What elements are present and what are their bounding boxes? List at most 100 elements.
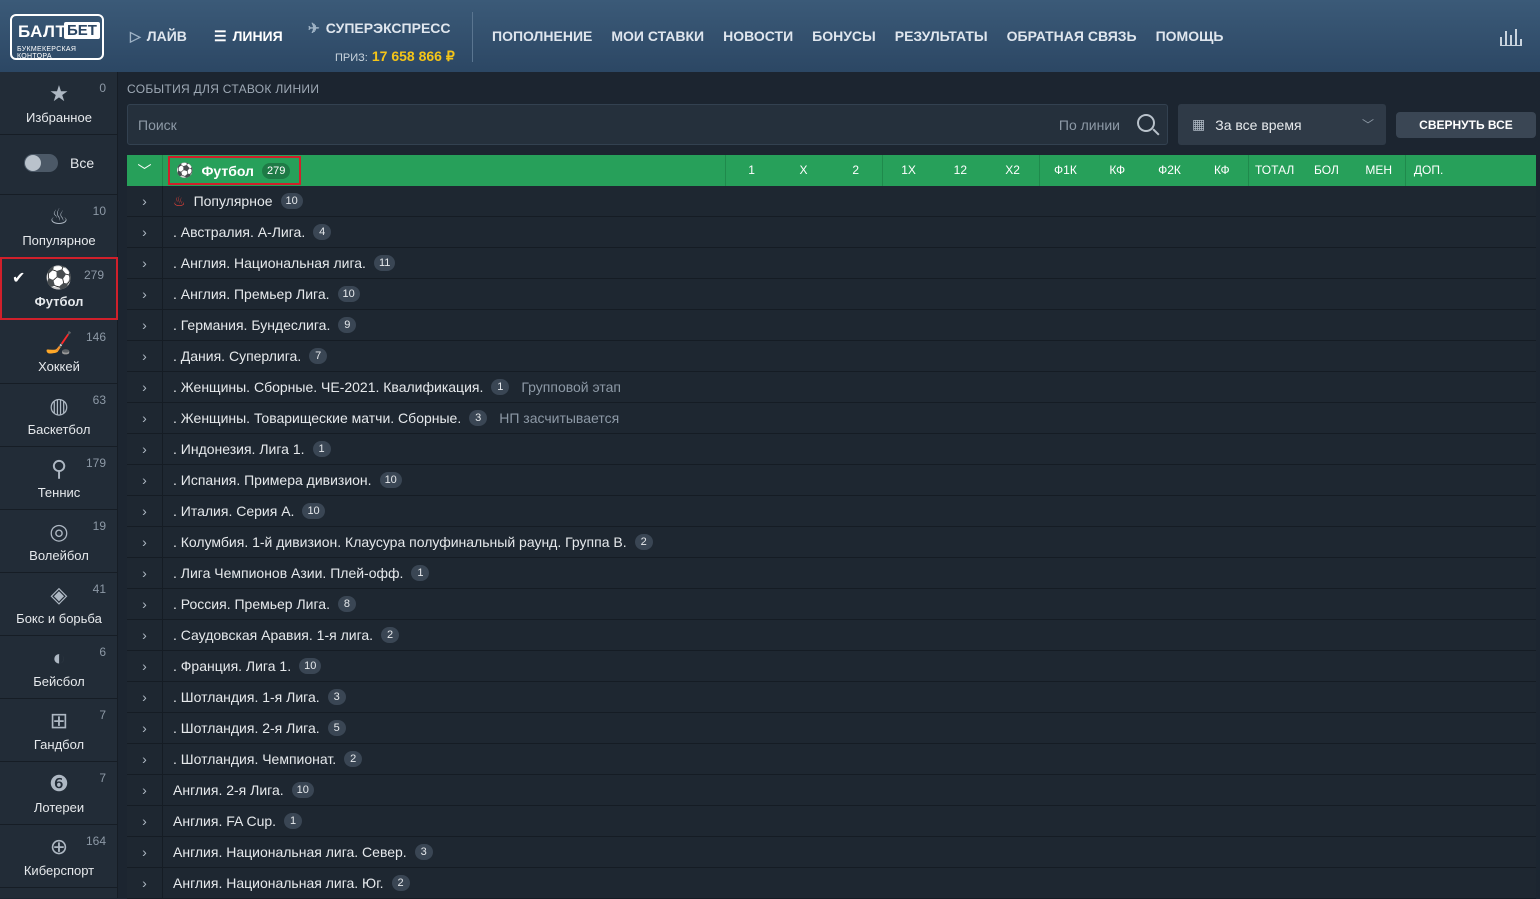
sidebar-item-boxing[interactable]: 41 ◈ Бокс и борьба <box>0 573 118 636</box>
league-row[interactable]: › Англия. Национальная лига. Север. 3 <box>127 837 1536 868</box>
menu-bonuses[interactable]: БОНУСЫ <box>812 28 876 44</box>
menu-help[interactable]: ПОМОЩЬ <box>1156 28 1224 44</box>
show-all-toggle[interactable] <box>24 154 58 172</box>
sidebar-count: 7 <box>99 771 106 785</box>
league-name-cell: . Германия. Бундеслига. 9 <box>163 317 357 333</box>
superexpress-prize: ПРИЗ: 17 658 866 ₽ <box>335 48 455 65</box>
league-row[interactable]: › . Италия. Серия А. 10 <box>127 496 1536 527</box>
sidebar-item-football[interactable]: ✔ 279 ⚽ Футбол <box>0 257 118 320</box>
league-row[interactable]: › . Женщины. Сборные. ЧЕ-2021. Квалификац… <box>127 372 1536 403</box>
league-count: 1 <box>411 565 430 581</box>
chevron-right-icon[interactable]: › <box>127 837 163 867</box>
sport-header-football[interactable]: ⚽ Футбол 279 <box>168 156 301 185</box>
sidebar-count: 146 <box>85 330 106 344</box>
league-row[interactable]: › . Колумбия. 1-й дивизион. Клаусура полу… <box>127 527 1536 558</box>
chevron-right-icon[interactable]: › <box>127 558 163 588</box>
search-mode[interactable]: По линии <box>1059 117 1120 133</box>
chevron-right-icon[interactable]: › <box>127 310 163 340</box>
chevron-right-icon[interactable]: › <box>127 682 163 712</box>
sidebar-item-handball[interactable]: 7 ⊞ Гандбол <box>0 699 118 762</box>
league-count: 9 <box>338 317 357 333</box>
league-row[interactable]: › . Австралия. А-Лига. 4 <box>127 217 1536 248</box>
chevron-right-icon[interactable]: › <box>127 775 163 805</box>
sidebar-count: 10 <box>92 204 106 218</box>
search-icon[interactable] <box>1137 114 1155 132</box>
chevron-right-icon[interactable]: › <box>127 465 163 495</box>
chevron-right-icon[interactable]: › <box>127 620 163 650</box>
league-name: . Англия. Национальная лига. <box>173 255 366 271</box>
chevron-right-icon[interactable]: › <box>127 217 163 247</box>
chevron-right-icon[interactable]: › <box>127 496 163 526</box>
league-name: Англия. 2-я Лига. <box>173 782 284 798</box>
chevron-right-icon[interactable]: › <box>127 341 163 371</box>
menu-deposit[interactable]: ПОПОЛНЕНИЕ <box>492 28 592 44</box>
menu-my-bets[interactable]: МОИ СТАВКИ <box>611 28 704 44</box>
chevron-right-icon[interactable]: › <box>127 279 163 309</box>
sidebar-count: 164 <box>85 834 106 848</box>
statistics-chart-icon[interactable] <box>1500 28 1522 46</box>
league-row[interactable]: › . Дания. Суперлига. 7 <box>127 341 1536 372</box>
league-row[interactable]: › Англия. FA Cup. 1 <box>127 806 1536 837</box>
sidebar-item-esports[interactable]: 164 ⊕ Киберспорт <box>0 825 118 888</box>
period-value: За все время <box>1215 116 1302 133</box>
league-count: 5 <box>327 720 346 736</box>
sidebar-item-basketball[interactable]: 63 ◍ Баскетбол <box>0 384 118 447</box>
league-row[interactable]: › ♨ Популярное 10 <box>127 186 1536 217</box>
chevron-right-icon[interactable]: › <box>127 186 163 216</box>
league-row[interactable]: › . Шотландия. 1-я Лига. 3 <box>127 682 1536 713</box>
chevron-right-icon[interactable]: › <box>127 527 163 557</box>
sidebar-item-baseball[interactable]: 6 ◐ Бейсбол <box>0 636 118 699</box>
sidebar-item-popular[interactable]: 10 ♨ Популярное <box>0 195 118 258</box>
league-row[interactable]: › . Шотландия. 2-я Лига. 5 <box>127 713 1536 744</box>
list-icon: ☰ <box>214 27 227 44</box>
chevron-right-icon[interactable]: › <box>127 372 163 402</box>
period-select[interactable]: ▦ За все время ﹀ <box>1178 104 1386 145</box>
menu-feedback[interactable]: ОБРАТНАЯ СВЯЗЬ <box>1007 28 1137 44</box>
league-row[interactable]: › Англия. Национальная лига. Юг. 2 <box>127 868 1536 899</box>
chevron-right-icon[interactable]: › <box>127 806 163 836</box>
league-row[interactable]: › . Англия. Премьер Лига. 10 <box>127 279 1536 310</box>
league-row[interactable]: › . Франция. Лига 1. 10 <box>127 651 1536 682</box>
volleyball-icon: ◎ <box>49 519 69 544</box>
sport-header-row[interactable]: ﹀ ⚽ Футбол 279 1 X 2 1X 12 X2 Ф1К КФ Ф2К… <box>127 155 1536 186</box>
league-row[interactable]: › . Саудовская Аравия. 1-я лига. 2 <box>127 620 1536 651</box>
collapse-all-button[interactable]: СВЕРНУТЬ ВСЕ <box>1396 112 1536 138</box>
sidebar-count: 63 <box>92 393 106 407</box>
chevron-right-icon[interactable]: › <box>127 651 163 681</box>
league-count: 4 <box>313 224 332 240</box>
chevron-right-icon[interactable]: › <box>127 248 163 278</box>
sidebar-item-hockey[interactable]: 146 🏒 Хоккей <box>0 321 118 384</box>
search-input[interactable] <box>138 105 1018 144</box>
league-row[interactable]: › . Лига Чемпионов Азии. Плей-офф. 1 <box>127 558 1536 589</box>
chevron-right-icon[interactable]: › <box>127 868 163 898</box>
chevron-right-icon[interactable]: › <box>127 403 163 433</box>
league-row[interactable]: ›. Женщины. Товарищеские матчи. Сборные.… <box>127 403 1536 434</box>
sidebar-item-tennis[interactable]: 179 ⚲ Теннис <box>0 447 118 510</box>
nav-live[interactable]: ▷ ЛАЙВ <box>130 0 187 72</box>
league-row[interactable]: › . Англия. Национальная лига. 11 <box>127 248 1536 279</box>
league-row[interactable]: › Англия. 2-я Лига. 10 <box>127 775 1536 806</box>
league-name-cell: . Испания. Примера дивизион. 10 <box>163 472 402 488</box>
chevron-right-icon[interactable]: › <box>127 713 163 743</box>
chevron-down-icon[interactable]: ﹀ <box>127 155 163 186</box>
league-name-cell: . Россия. Премьер Лига. 8 <box>163 596 356 612</box>
sidebar-item-favorites[interactable]: 0 ★ Избранное <box>0 72 118 135</box>
logo-subtitle: БУКМЕКЕРСКАЯ КОНТОРА <box>17 46 77 60</box>
baltbet-logo[interactable]: БАЛТ БЕТ БУКМЕКЕРСКАЯ КОНТОРА <box>10 14 104 60</box>
nav-line[interactable]: ☰ ЛИНИЯ <box>214 0 283 72</box>
rocket-icon: ✈ <box>308 19 320 36</box>
chevron-right-icon[interactable]: › <box>127 589 163 619</box>
menu-news[interactable]: НОВОСТИ <box>723 28 793 44</box>
nav-line-label: ЛИНИЯ <box>232 28 283 44</box>
chevron-right-icon[interactable]: › <box>127 434 163 464</box>
sidebar-item-lottery[interactable]: 7 ❻ Лотереи <box>0 762 118 825</box>
league-row[interactable]: › . Испания. Примера дивизион. 10 <box>127 465 1536 496</box>
league-row[interactable]: › . Индонезия. Лига 1. 1 <box>127 434 1536 465</box>
menu-results[interactable]: РЕЗУЛЬТАТЫ <box>895 28 988 44</box>
league-name: . Франция. Лига 1. <box>173 658 292 674</box>
league-row[interactable]: › . Шотландия. Чемпионат. 2 <box>127 744 1536 775</box>
sidebar-item-volleyball[interactable]: 19 ◎ Волейбол <box>0 510 118 573</box>
chevron-right-icon[interactable]: › <box>127 744 163 774</box>
league-row[interactable]: › . Германия. Бундеслига. 9 <box>127 310 1536 341</box>
league-row[interactable]: › . Россия. Премьер Лига. 8 <box>127 589 1536 620</box>
